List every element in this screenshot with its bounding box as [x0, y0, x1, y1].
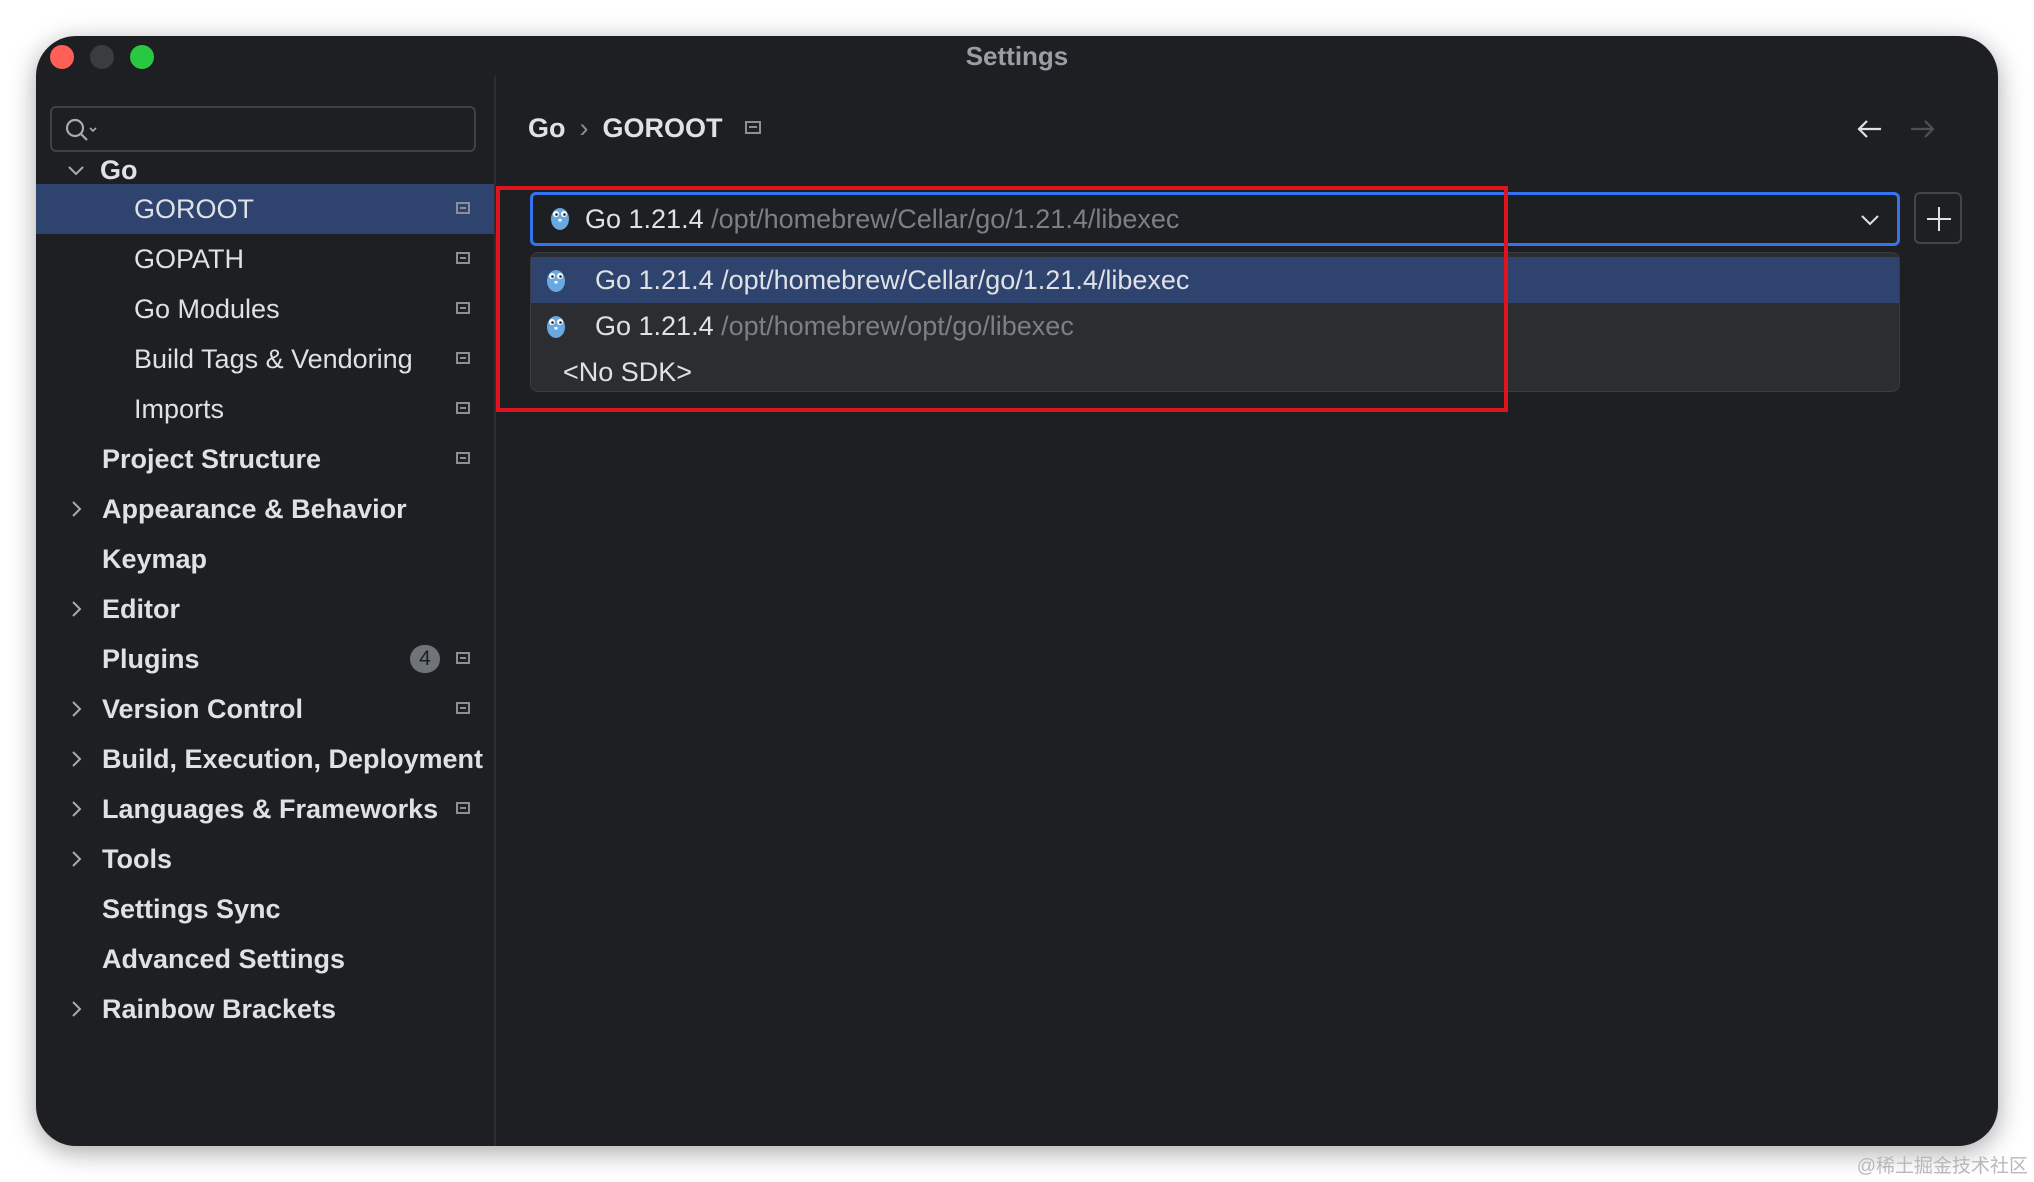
sidebar-item-label: Build, Execution, Deployment: [102, 744, 484, 774]
goroot-sdk-select[interactable]: Go 1.21.4 /opt/homebrew/Cellar/go/1.21.4…: [530, 192, 1900, 246]
project-settings-icon: [456, 402, 470, 414]
sidebar-item-label: Languages & Frameworks: [102, 794, 439, 824]
gopher-icon: [547, 270, 565, 292]
sidebar-item-build-execution[interactable]: Build, Execution, Deployment: [36, 734, 494, 784]
sidebar-item-label: GOPATH: [134, 244, 245, 274]
breadcrumb-current: GOROOT: [602, 113, 723, 143]
chevron-right-icon: [72, 751, 82, 767]
chevron-right-icon: [72, 801, 82, 817]
sidebar-item-editor[interactable]: Editor: [36, 584, 494, 634]
sidebar-item-label: Settings Sync: [102, 894, 281, 924]
sidebar-item-languages[interactable]: Languages & Frameworks: [36, 784, 494, 834]
forward-arrow-icon[interactable]: [1908, 118, 1936, 140]
search-icon: [65, 118, 97, 141]
breadcrumb-parent[interactable]: Go: [528, 113, 566, 143]
chevron-right-icon: [72, 601, 82, 617]
selected-sdk-version: Go 1.21.4: [585, 204, 704, 234]
sdk-dropdown-list: Go 1.21.4 /opt/homebrew/Cellar/go/1.21.4…: [530, 252, 1900, 392]
sidebar-item-label: Tools: [102, 844, 172, 874]
sidebar-item-goroot[interactable]: GOROOT: [36, 184, 494, 234]
chevron-right-icon: [72, 701, 82, 717]
breadcrumb: Go › GOROOT: [528, 108, 761, 148]
sidebar-divider: [494, 76, 496, 1146]
sidebar-item-go-modules[interactable]: Go Modules: [36, 284, 494, 334]
project-settings-icon: [456, 802, 470, 814]
title-bar: Settings: [36, 36, 1998, 76]
back-arrow-icon[interactable]: [1856, 118, 1884, 140]
sdk-option-label: <No SDK>: [563, 357, 693, 387]
project-settings-icon: [456, 352, 470, 364]
add-sdk-button[interactable]: [1914, 192, 1962, 244]
sidebar-item-appearance[interactable]: Appearance & Behavior: [36, 484, 494, 534]
chevron-right-icon: [72, 851, 82, 867]
sidebar-item-build-tags[interactable]: Build Tags & Vendoring: [36, 334, 494, 384]
sidebar-item-label: Editor: [102, 594, 180, 624]
sidebar-item-keymap[interactable]: Keymap: [36, 534, 494, 584]
project-settings-icon: [456, 652, 470, 664]
sdk-option-label: Go 1.21.4 /opt/homebrew/Cellar/go/1.21.4…: [595, 257, 1189, 303]
sdk-option-version: Go 1.21.4: [595, 265, 714, 295]
project-settings-icon: [456, 252, 470, 264]
window-title: Settings: [965, 41, 1069, 71]
plugins-update-badge: 4: [410, 645, 440, 673]
sidebar-item-imports[interactable]: Imports: [36, 384, 494, 434]
sdk-option-path: /opt/homebrew/Cellar/go/1.21.4/libexec: [721, 265, 1190, 295]
sidebar-item-label: Appearance & Behavior: [102, 494, 407, 524]
sidebar-item-label: Plugins: [102, 644, 200, 674]
selected-sdk-path: /opt/homebrew/Cellar/go/1.21.4/libexec: [711, 204, 1180, 234]
sdk-option-path: /opt/homebrew/opt/go/libexec: [721, 311, 1074, 341]
sidebar-item-version-control[interactable]: Version Control: [36, 684, 494, 734]
sdk-option[interactable]: Go 1.21.4 /opt/homebrew/Cellar/go/1.21.4…: [531, 257, 1899, 303]
project-settings-icon: [456, 702, 470, 714]
project-settings-icon: [456, 302, 470, 314]
sidebar-item-label: Rainbow Brackets: [102, 994, 337, 1024]
project-settings-icon: [456, 202, 470, 214]
sidebar-item-label: Version Control: [102, 694, 304, 724]
sidebar-item-label: Build Tags & Vendoring: [134, 344, 413, 374]
sdk-option-label: Go 1.21.4 /opt/homebrew/opt/go/libexec: [595, 303, 1074, 349]
sidebar-item-plugins[interactable]: Plugins 4: [36, 634, 494, 684]
sidebar-item-label: Advanced Settings: [102, 944, 346, 974]
sidebar-item-label: Keymap: [102, 544, 208, 574]
selected-sdk-text: Go 1.21.4 /opt/homebrew/Cellar/go/1.21.4…: [585, 195, 1179, 243]
settings-window: Settings Go GOROOT GOPATH Go Modules Bui…: [36, 36, 1998, 1146]
sdk-option-no-sdk[interactable]: <No SDK>: [531, 349, 1899, 391]
sidebar-item-label: Imports: [134, 394, 225, 424]
chevron-down-icon[interactable]: [1859, 211, 1881, 229]
chevron-right-icon: [72, 1001, 82, 1017]
sidebar-item-rainbow-brackets[interactable]: Rainbow Brackets: [36, 984, 494, 1034]
sidebar-item-label: Project Structure: [102, 444, 322, 474]
sidebar-item-label: GOROOT: [134, 194, 254, 224]
sidebar-item-advanced-settings[interactable]: Advanced Settings: [36, 934, 494, 984]
sidebar-item-tools[interactable]: Tools: [36, 834, 494, 884]
sidebar-item-label: Go Modules: [134, 294, 280, 324]
gopher-icon: [551, 208, 569, 230]
sdk-option[interactable]: Go 1.21.4 /opt/homebrew/opt/go/libexec: [531, 303, 1899, 349]
sidebar-item-project-structure[interactable]: Project Structure: [36, 434, 494, 484]
watermark-text: @稀土掘金技术社区: [1856, 1156, 2028, 1177]
sdk-option-version: Go 1.21.4: [595, 311, 714, 341]
sidebar-item-gopath[interactable]: GOPATH: [36, 234, 494, 284]
project-settings-icon: [456, 452, 470, 464]
sidebar-item-settings-sync[interactable]: Settings Sync: [36, 884, 494, 934]
breadcrumb-separator: ›: [579, 113, 589, 143]
gopher-icon: [547, 316, 565, 338]
project-settings-icon: [744, 121, 761, 135]
chevron-down-icon: [68, 166, 84, 176]
chevron-right-icon: [72, 501, 82, 517]
